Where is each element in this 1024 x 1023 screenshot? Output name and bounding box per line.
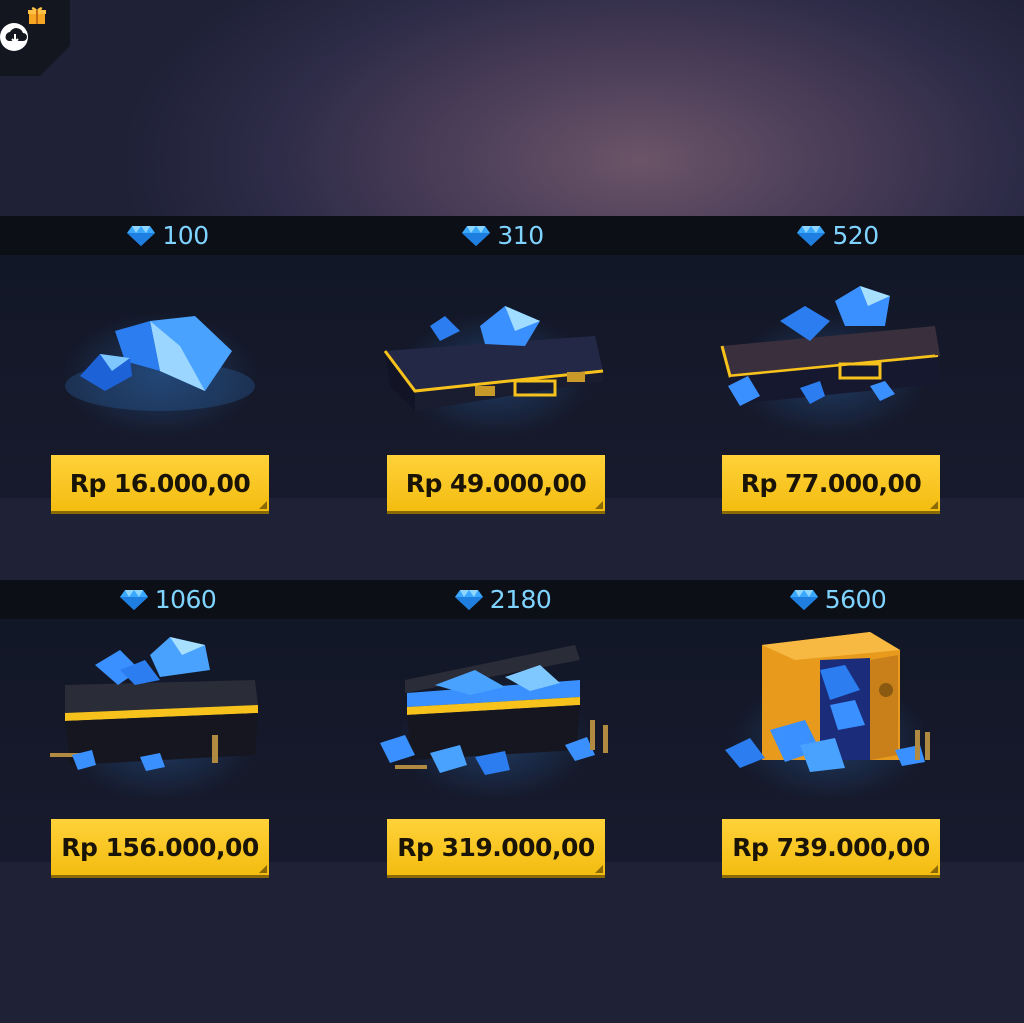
package-card-100[interactable]: 100 Rp 16.000,00 — [0, 216, 335, 516]
diamond-count: 5600 — [824, 585, 887, 614]
diamond-count: 310 — [497, 221, 544, 250]
diamond-icon — [462, 225, 491, 246]
buy-button-100[interactable]: Rp 16.000,00 — [51, 455, 269, 511]
diamond-count: 520 — [832, 221, 879, 250]
diamond-amount: 1060 — [0, 580, 335, 619]
event-badge[interactable] — [0, 0, 70, 76]
open-crate-icon — [380, 645, 608, 775]
package-card-520[interactable]: 520 Rp 77.000,00 — [670, 216, 1005, 516]
gems-icon — [65, 316, 255, 411]
diamond-count: 2180 — [489, 585, 552, 614]
package-card-2180[interactable]: 2180 Rp 319.000,00 — [335, 580, 670, 880]
diamond-amount: 100 — [0, 216, 335, 255]
diamond-amount: 2180 — [335, 580, 670, 619]
buy-button-310[interactable]: Rp 49.000,00 — [387, 455, 605, 511]
diamond-icon — [454, 589, 483, 610]
diamond-amount: 310 — [335, 216, 670, 255]
buy-button-2180[interactable]: Rp 319.000,00 — [387, 819, 605, 875]
diamond-icon — [127, 225, 156, 246]
package-card-1060[interactable]: 1060 Rp 156.000,00 — [0, 580, 335, 880]
package-card-310[interactable]: 310 Rp 49.000,00 — [335, 216, 670, 516]
diamond-icon — [789, 589, 818, 610]
diamond-amount: 520 — [670, 216, 1005, 255]
briefcase-icon — [383, 306, 604, 411]
diamond-count: 100 — [162, 221, 209, 250]
crate-icon — [50, 637, 258, 771]
diamond-icon — [797, 225, 826, 246]
open-briefcase-icon — [720, 286, 940, 406]
gift-icon — [28, 7, 46, 24]
diamond-amount: 5600 — [670, 580, 1005, 619]
diamond-icon — [119, 589, 148, 610]
vault-icon — [725, 632, 930, 772]
package-card-5600[interactable]: 5600 Rp 739.000,00 — [670, 580, 1005, 880]
buy-button-1060[interactable]: Rp 156.000,00 — [51, 819, 269, 875]
buy-button-5600[interactable]: Rp 739.000,00 — [722, 819, 940, 875]
buy-button-520[interactable]: Rp 77.000,00 — [722, 455, 940, 511]
cloud-download-icon — [0, 23, 28, 51]
diamond-count: 1060 — [154, 585, 217, 614]
